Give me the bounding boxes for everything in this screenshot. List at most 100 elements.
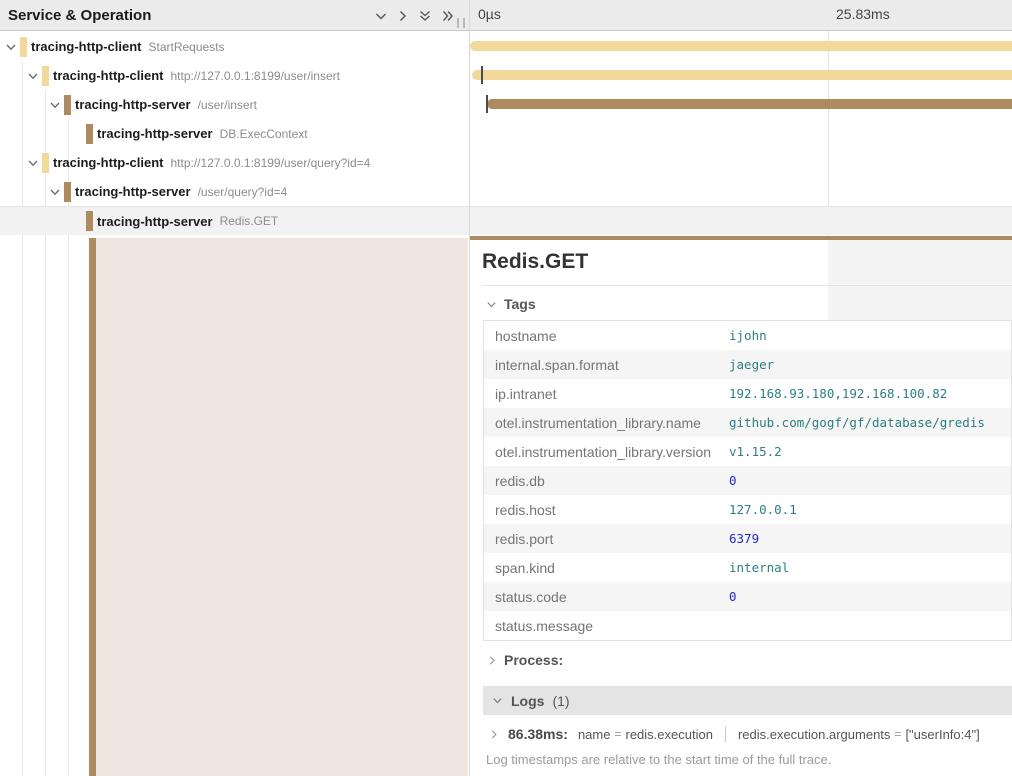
detail-divider xyxy=(482,285,1012,286)
chevron-down-icon xyxy=(486,299,497,310)
span-bar[interactable] xyxy=(470,41,1012,51)
span-row[interactable]: tracing-http-client StartRequests xyxy=(0,32,470,61)
span-operation-name: http://127.0.0.1:8199/user/insert xyxy=(171,69,340,83)
tag-row: hostname ijohn xyxy=(484,321,1011,350)
span-color-swatch xyxy=(42,153,49,173)
tag-row: ip.intranet 192.168.93.180,192.168.100.8… xyxy=(484,379,1011,408)
log-field-value: ["userInfo:4"] xyxy=(905,727,979,742)
tag-value: github.com/gogf/gf/database/gredis xyxy=(729,415,985,430)
collapse-chevron[interactable] xyxy=(49,186,64,198)
tag-row: otel.instrumentation_library.version v1.… xyxy=(484,437,1011,466)
chevron-down-icon xyxy=(27,70,39,82)
tag-value: internal xyxy=(729,560,789,575)
tag-value: 0 xyxy=(729,473,737,488)
expand-one-button[interactable] xyxy=(397,9,409,23)
span-bar-tick xyxy=(486,95,488,113)
tag-key: internal.span.format xyxy=(484,357,619,373)
span-detail-title: Redis.GET xyxy=(482,250,588,274)
span-row[interactable]: tracing-http-client http://127.0.0.1:819… xyxy=(0,148,470,177)
collapse-chevron[interactable] xyxy=(27,70,42,82)
timeline-tick-label: 25.83ms xyxy=(836,6,890,22)
tag-key: ip.intranet xyxy=(484,386,556,402)
span-color-swatch xyxy=(20,37,27,57)
log-equals: = xyxy=(614,727,621,741)
span-row-selected[interactable]: tracing-http-server Redis.GET xyxy=(0,206,1012,235)
logs-count: (1) xyxy=(552,693,569,709)
log-equals: = xyxy=(894,727,901,741)
tag-row: otel.instrumentation_library.name github… xyxy=(484,408,1011,437)
span-color-swatch xyxy=(42,66,49,86)
span-operation-name: /user/insert xyxy=(198,98,257,112)
logs-section-header[interactable]: Logs (1) xyxy=(483,686,1012,715)
collapse-chevron[interactable] xyxy=(27,157,42,169)
chevron-down-icon xyxy=(5,41,17,53)
tags-section-label: Tags xyxy=(504,296,536,312)
tags-section-header[interactable]: Tags xyxy=(486,296,536,312)
collapse-one-button[interactable] xyxy=(374,9,388,23)
tag-value: v1.15.2 xyxy=(729,444,782,459)
collapse-chevron[interactable] xyxy=(5,41,20,53)
tag-row: span.kind internal xyxy=(484,553,1011,582)
span-service-name: tracing-http-server xyxy=(97,214,213,229)
logs-footer-note: Log timestamps are relative to the start… xyxy=(486,752,831,767)
span-operation-name: DB.ExecContext xyxy=(220,127,308,141)
span-service-name: tracing-http-client xyxy=(31,39,142,54)
collapse-all-button[interactable] xyxy=(418,9,432,23)
log-field-key: name xyxy=(578,727,611,742)
span-bar[interactable] xyxy=(472,70,1012,80)
column-resize-handle[interactable] xyxy=(457,18,465,28)
log-entry[interactable]: 86.38ms: name = redis.execution redis.ex… xyxy=(489,726,980,742)
span-service-name: tracing-http-server xyxy=(75,97,191,112)
double-chevron-right-icon xyxy=(441,9,456,23)
span-color-swatch xyxy=(64,182,71,202)
chevron-down-icon xyxy=(374,9,388,23)
chevron-down-icon xyxy=(49,186,61,198)
span-operation-name: /user/query?id=4 xyxy=(198,185,288,199)
span-service-name: tracing-http-server xyxy=(75,184,191,199)
collapse-chevron[interactable] xyxy=(49,99,64,111)
tree-header-controls xyxy=(374,0,456,31)
span-bar-tick xyxy=(481,66,483,84)
process-section-header[interactable]: Process: xyxy=(487,652,563,668)
span-color-swatch xyxy=(86,211,93,231)
tag-value: 6379 xyxy=(729,531,759,546)
span-row[interactable]: tracing-http-server DB.ExecContext xyxy=(0,119,470,148)
chevron-down-icon xyxy=(492,695,503,706)
tag-key: otel.instrumentation_library.name xyxy=(484,415,701,431)
tag-row: redis.db 0 xyxy=(484,466,1011,495)
tag-row: redis.port 6379 xyxy=(484,524,1011,553)
log-field-divider xyxy=(725,726,726,742)
tag-key: span.kind xyxy=(484,560,555,576)
timeline-header: 0µs 25.83ms xyxy=(470,0,1012,31)
span-color-swatch xyxy=(64,95,71,115)
tag-key: otel.instrumentation_library.version xyxy=(484,444,711,460)
span-service-name: tracing-http-client xyxy=(53,68,164,83)
tag-key: hostname xyxy=(484,328,556,344)
chevron-right-icon xyxy=(397,9,409,23)
chevron-down-icon xyxy=(49,99,61,111)
tag-key: redis.db xyxy=(484,473,545,489)
timeline-tick-label: 0µs xyxy=(478,6,501,22)
detail-accent-bar xyxy=(89,238,96,776)
span-bar[interactable] xyxy=(487,99,1012,109)
tag-value: 192.168.93.180,192.168.100.82 xyxy=(729,386,947,401)
tag-row: status.message xyxy=(484,611,1011,640)
log-timestamp: 86.38ms: xyxy=(508,726,568,742)
expand-all-button[interactable] xyxy=(441,9,456,23)
span-detail-panel: Redis.GET Tags hostname ijohn internal.s… xyxy=(470,236,1012,776)
span-service-name: tracing-http-server xyxy=(97,126,213,141)
tag-key: status.message xyxy=(484,618,593,634)
tag-row: internal.span.format jaeger xyxy=(484,350,1011,379)
detail-left-tint xyxy=(96,238,468,776)
tree-header-title: Service & Operation xyxy=(0,7,151,24)
span-row[interactable]: tracing-http-server /user/insert xyxy=(0,90,470,119)
tree-header: Service & Operation xyxy=(0,0,470,31)
span-row[interactable]: tracing-http-server /user/query?id=4 xyxy=(0,177,470,206)
chevron-right-icon xyxy=(487,655,497,666)
tag-key: redis.port xyxy=(484,531,553,547)
span-row[interactable]: tracing-http-client http://127.0.0.1:819… xyxy=(0,61,470,90)
span-service-name: tracing-http-client xyxy=(53,155,164,170)
tag-key: redis.host xyxy=(484,502,556,518)
tag-row: redis.host 127.0.0.1 xyxy=(484,495,1011,524)
tag-value: jaeger xyxy=(729,357,774,372)
